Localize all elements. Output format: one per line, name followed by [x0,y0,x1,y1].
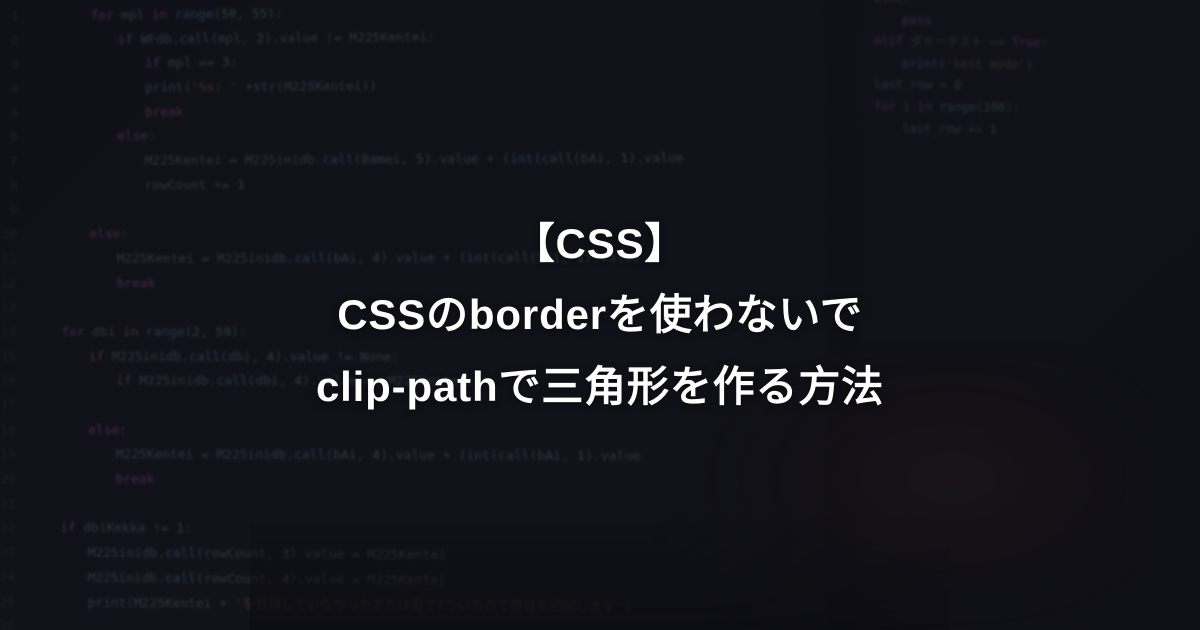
title-overlay: 【CSS】 CSSのborderを使わないで clip-pathで三角形を作る方… [0,0,1200,630]
title-line-2: CSSのborderを使わないで [337,279,863,350]
title-line-1: 【CSS】 [513,208,688,279]
title-line-3: clip-pathで三角形を作る方法 [316,351,884,422]
